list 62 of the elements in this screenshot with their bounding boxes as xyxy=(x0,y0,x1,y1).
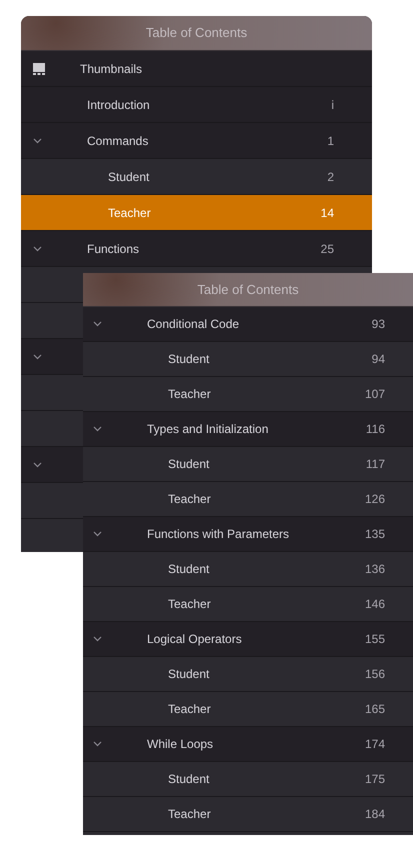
panel-title: Table of Contents xyxy=(197,280,299,299)
chevron-icon[interactable] xyxy=(93,321,102,327)
page-number: 174 xyxy=(364,737,385,751)
chevron-icon[interactable] xyxy=(93,741,102,747)
entry-title: Student xyxy=(168,667,210,681)
entry-title: Commands xyxy=(87,134,148,148)
toc-row[interactable]: Functions 25 xyxy=(21,231,372,267)
entry-title: Student xyxy=(168,562,210,576)
entry-title: Introduction xyxy=(87,98,150,112)
chevron-icon[interactable] xyxy=(33,354,42,360)
chevron-icon[interactable] xyxy=(93,531,102,537)
page-number: 184 xyxy=(364,807,385,821)
chevron-icon[interactable] xyxy=(93,426,102,432)
page-number: 146 xyxy=(364,597,385,611)
entry-title: Teacher xyxy=(168,387,211,401)
chevron-icon[interactable] xyxy=(33,138,42,144)
page-number: 117 xyxy=(366,457,385,471)
page-number: i xyxy=(331,98,334,112)
toc-row[interactable]: Introduction i xyxy=(21,87,372,123)
entry-title: Functions with Parameters xyxy=(147,527,290,541)
entry-title: Student xyxy=(108,170,150,184)
entry-title: Teacher xyxy=(168,807,211,821)
toc-row[interactable]: Types and Initialization 116 xyxy=(83,412,413,447)
toc-row[interactable]: Conditional Code 93 xyxy=(83,307,413,342)
entry-title: Teacher xyxy=(168,492,211,506)
page-number: 175 xyxy=(364,772,385,786)
page-number: 136 xyxy=(364,562,385,576)
toc-row[interactable]: While Loops 174 xyxy=(83,727,413,762)
page-number: 135 xyxy=(364,527,385,541)
entry-title: Thumbnails xyxy=(80,62,142,76)
entry-title: Conditional Code xyxy=(147,317,240,331)
chevron-icon[interactable] xyxy=(33,246,42,252)
entry-title: Functions xyxy=(87,242,140,256)
entry-title: Student xyxy=(168,352,210,366)
entry-title: Teacher xyxy=(168,597,211,611)
page-number: 116 xyxy=(366,422,385,436)
toc-row[interactable]: Commands 1 xyxy=(21,123,372,159)
toc-row[interactable]: Logical Operators 155 xyxy=(83,622,413,657)
page-number: 94 xyxy=(372,352,385,366)
page-number: 156 xyxy=(364,667,385,681)
entry-title: Teacher xyxy=(108,206,151,220)
page-number: 155 xyxy=(364,632,385,646)
chevron-icon[interactable] xyxy=(93,636,102,642)
page-number: 107 xyxy=(364,387,385,401)
page-number: 126 xyxy=(364,492,385,506)
entry-title: Teacher xyxy=(168,702,211,716)
toc-row[interactable]: Functions with Parameters 135 xyxy=(83,517,413,552)
entry-title: Types and Initialization xyxy=(147,422,268,436)
page-number: 14 xyxy=(320,206,334,220)
panel-title: Table of Contents xyxy=(146,24,248,42)
entry-title: Student xyxy=(168,457,210,471)
page-number: 1 xyxy=(327,134,334,148)
page-number: 25 xyxy=(320,242,334,256)
entry-title: Student xyxy=(168,772,210,786)
page-number: 165 xyxy=(364,702,385,716)
entry-title: While Loops xyxy=(147,737,214,751)
chevron-icon[interactable] xyxy=(33,462,42,468)
entry-title: Logical Operators xyxy=(147,632,242,646)
page-number: 2 xyxy=(327,170,334,184)
page-number: 93 xyxy=(372,317,385,331)
thumbnails-icon xyxy=(33,62,45,74)
toc-row[interactable]: Thumbnails xyxy=(21,51,372,87)
